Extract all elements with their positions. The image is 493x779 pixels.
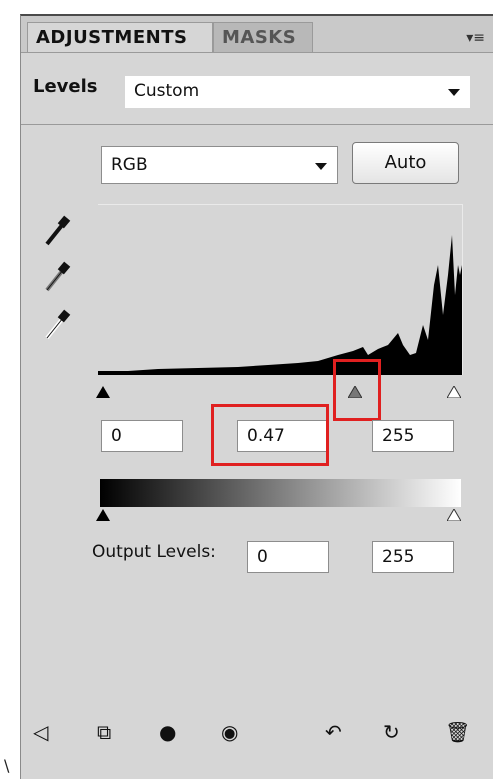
delete-icon[interactable]: 🗑 — [445, 720, 470, 744]
white-eyedropper-icon[interactable] — [43, 308, 71, 342]
output-white-field[interactable]: 255 — [372, 541, 454, 573]
black-eyedropper-icon[interactable] — [43, 214, 71, 248]
panel-tab-bar: ADJUSTMENTS MASKS ▾≡ — [21, 16, 493, 53]
previous-state-icon[interactable]: ↶ — [325, 720, 342, 744]
channel-value: RGB — [111, 155, 148, 175]
panel-menu-icon[interactable]: ▾≡ — [466, 30, 485, 46]
expand-view-icon[interactable]: ⧉ — [97, 720, 111, 744]
preset-dropdown[interactable]: Custom — [125, 76, 470, 108]
output-levels-label: Output Levels: — [92, 542, 216, 562]
tab-masks[interactable]: MASKS — [213, 22, 313, 52]
divider — [21, 124, 493, 125]
output-black-field[interactable]: 0 — [247, 541, 329, 573]
input-black-slider[interactable] — [96, 386, 110, 398]
visibility-eye-icon[interactable]: ◉ — [221, 720, 238, 744]
output-gradient-bar — [100, 479, 461, 507]
reset-icon[interactable]: ↻ — [383, 720, 400, 744]
preset-value: Custom — [134, 81, 200, 101]
chevron-down-icon — [315, 163, 327, 170]
clip-to-layer-icon[interactable]: ● — [159, 720, 176, 744]
levels-histogram — [98, 204, 463, 375]
highlight-box — [333, 359, 381, 421]
output-black-slider[interactable] — [96, 509, 110, 521]
highlight-box — [211, 404, 329, 466]
channel-dropdown[interactable]: RGB — [101, 146, 338, 184]
auto-button[interactable]: Auto — [352, 142, 459, 184]
input-white-slider[interactable] — [447, 386, 461, 398]
output-white-slider[interactable] — [447, 509, 461, 521]
back-arrow-icon[interactable]: ◁ — [33, 720, 48, 744]
chevron-down-icon — [448, 89, 460, 96]
tab-adjustments[interactable]: ADJUSTMENTS — [27, 22, 213, 52]
adjustments-panel: ADJUSTMENTS MASKS ▾≡ Levels Custom RGB A… — [20, 14, 493, 779]
input-black-field[interactable]: 0 — [101, 420, 183, 452]
stray-glyph: \ — [4, 756, 10, 775]
gray-eyedropper-icon[interactable] — [43, 260, 71, 294]
input-white-field[interactable]: 255 — [372, 420, 454, 452]
levels-title: Levels — [33, 76, 98, 97]
